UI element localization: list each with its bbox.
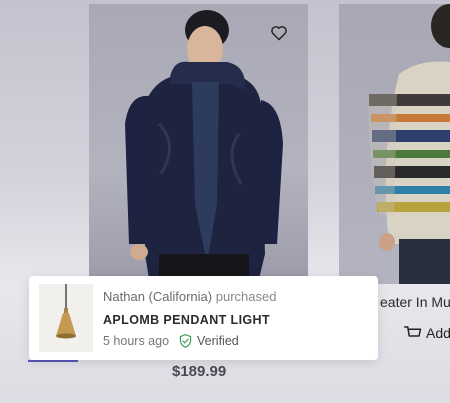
heart-icon [271, 26, 287, 41]
verified-shield-icon [179, 334, 192, 348]
buyer-name: Nathan (California) [103, 289, 213, 304]
popup-product-name[interactable]: APLOMB PENDANT LIGHT [103, 313, 270, 327]
active-indicator [28, 360, 78, 362]
product-image-2[interactable] [339, 4, 450, 284]
add-to-cart-label: Add [426, 325, 450, 341]
cart-icon [404, 326, 422, 337]
verified-badge: Verified [179, 334, 239, 348]
purchase-time: 5 hours ago [103, 334, 170, 348]
popup-buyer-line: Nathan (California) purchased [103, 289, 276, 304]
add-to-cart-button[interactable]: Add [404, 325, 450, 341]
verified-label: Verified [197, 334, 239, 348]
popup-product-thumbnail [39, 284, 93, 352]
popup-meta: 5 hours ago Verified [103, 334, 239, 348]
model-photo-sweater [368, 4, 450, 284]
wishlist-heart-button[interactable] [266, 20, 292, 46]
purchase-action: purchased [215, 289, 277, 304]
recent-purchase-popup[interactable]: Nathan (California) purchased APLOMB PEN… [29, 276, 378, 360]
product-price-1: $189.99 [172, 363, 227, 380]
product-title-2[interactable]: eater In Mu [380, 294, 450, 310]
product-image-1[interactable] [89, 4, 308, 279]
pendant-light-image [56, 284, 76, 339]
